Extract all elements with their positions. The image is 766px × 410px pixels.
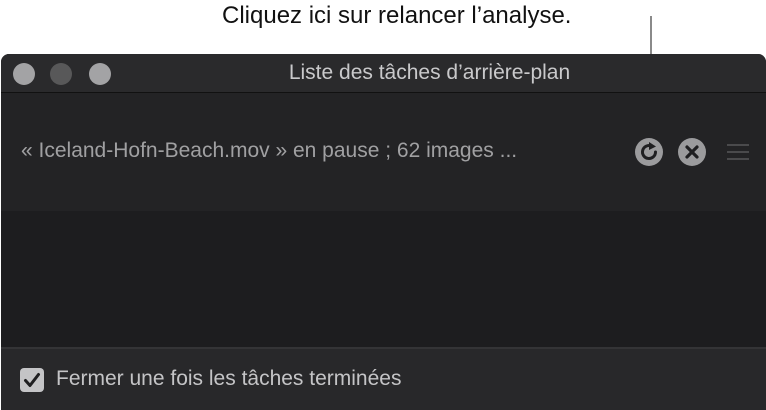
task-description: « Iceland-Hofn-Beach.mov » en pause ; 62… [21,139,518,162]
checkmark-icon [24,373,40,387]
close-when-done-label[interactable]: Fermer une fois les tâches terminées [56,367,401,391]
reload-icon [641,142,657,160]
close-when-done-checkbox[interactable] [20,368,44,392]
window-footer: Fermer une fois les tâches terminées [1,347,766,410]
menu-icon[interactable] [727,144,749,160]
background-tasks-window: Liste des tâches d’arrière-plan « Icelan… [1,54,766,410]
task-list: « Iceland-Hofn-Beach.mov » en pause ; 62… [1,93,766,347]
screenshot-stage: Cliquez ici sur relancer l’analyse. List… [0,0,766,410]
reload-button[interactable] [635,138,663,166]
callout-annotation: Cliquez ici sur relancer l’analyse. [222,2,572,29]
cancel-icon [685,145,699,159]
title-bar[interactable]: Liste des tâches d’arrière-plan [1,54,766,93]
window-title: Liste des tâches d’arrière-plan [288,61,571,84]
task-row[interactable]: « Iceland-Hofn-Beach.mov » en pause ; 62… [1,93,766,211]
cancel-button[interactable] [678,138,706,166]
